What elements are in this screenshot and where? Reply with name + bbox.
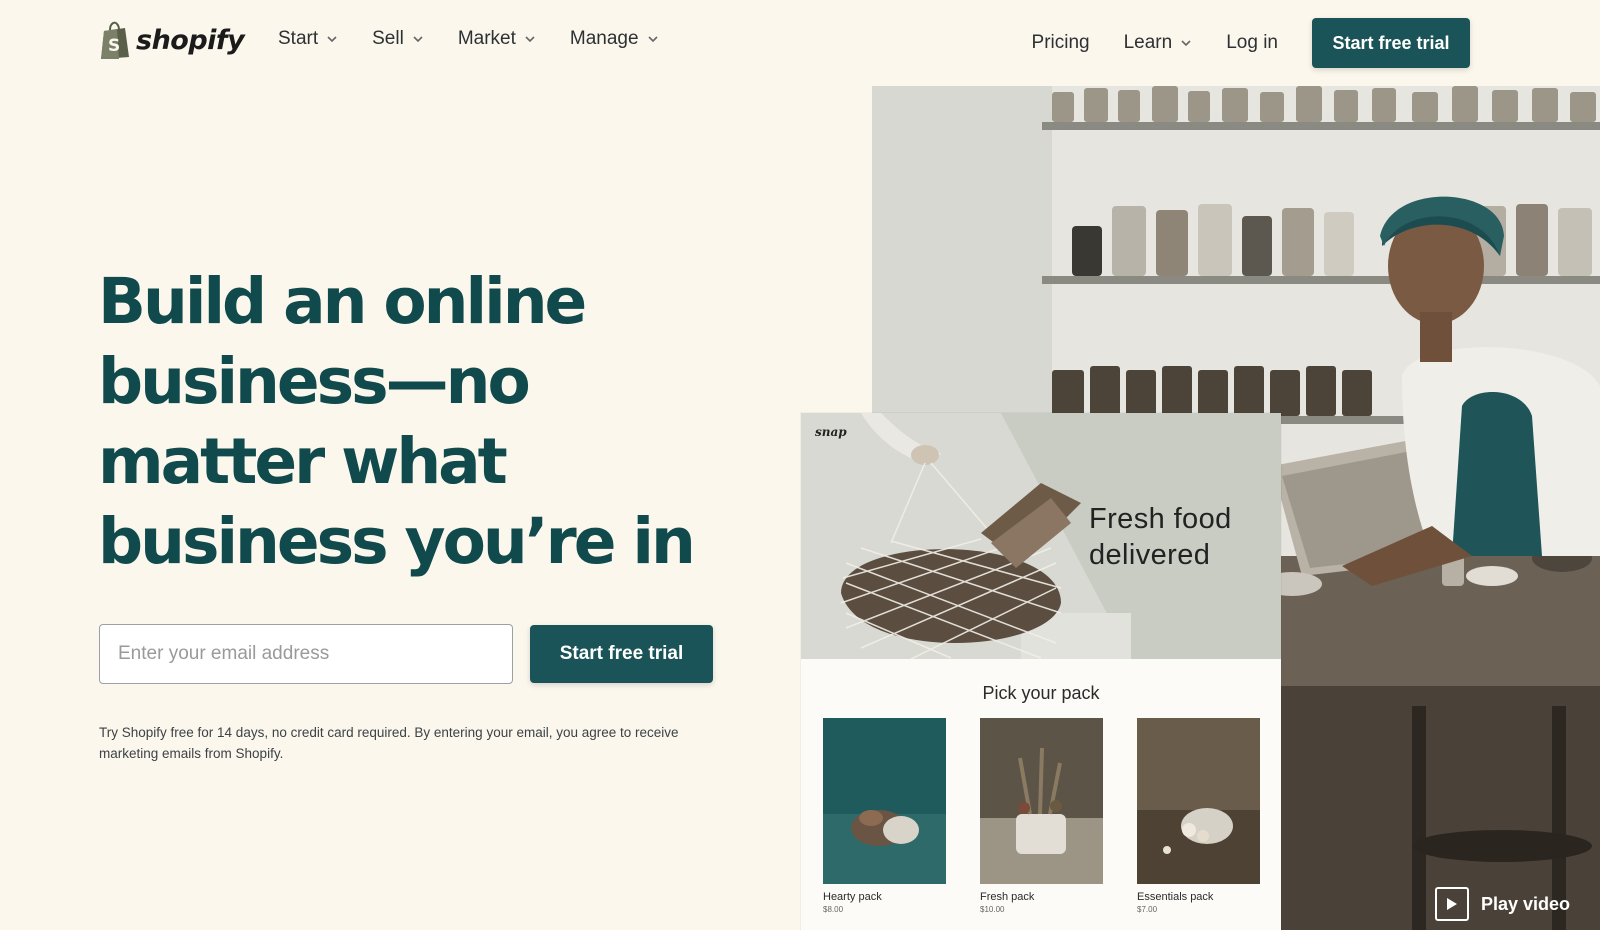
nav-manage-label: Manage [569, 28, 639, 49]
chevron-down-icon [327, 36, 337, 43]
chevron-down-icon [1181, 40, 1191, 47]
pack-card-essentials[interactable]: Essentials pack $7.00 [1137, 718, 1260, 914]
store-subheading: Pick your pack [982, 683, 1100, 703]
store-headline: Fresh food delivered [1089, 501, 1232, 573]
pack-image [823, 718, 946, 884]
play-icon [1434, 887, 1469, 921]
nav-start-free-trial-button[interactable]: Start free trial [1312, 18, 1470, 68]
hero-start-free-trial-button[interactable]: Start free trial [530, 625, 713, 683]
hero-title-line: matter what [98, 425, 508, 498]
nav-start[interactable]: Start [278, 28, 338, 50]
primary-menu: Start Sell Market Manage [278, 28, 693, 50]
pack-image [1137, 718, 1260, 884]
nav-learn-label: Learn [1123, 32, 1173, 53]
nav-start-label: Start [278, 28, 319, 49]
pack-name: Essentials pack [1137, 891, 1214, 903]
store-headline-line: Fresh food [1089, 503, 1232, 535]
trial-disclaimer: Try Shopify free for 14 days, no credit … [99, 722, 699, 764]
play-video-button[interactable]: Play video [1434, 887, 1570, 921]
nav-manage[interactable]: Manage [570, 28, 659, 50]
nav-pricing-link[interactable]: Pricing [1032, 32, 1090, 54]
chevron-down-icon [647, 36, 658, 43]
chevron-down-icon [413, 36, 423, 43]
pack-name: Fresh pack [980, 891, 1035, 903]
nav-sell[interactable]: Sell [372, 28, 424, 50]
hero-title: Build an online business—no matter what … [98, 262, 718, 582]
pack-price: $7.00 [1137, 905, 1158, 914]
top-navigation: S shopify Start Sell Market Manage Prici… [0, 0, 1600, 86]
pack-card-fresh[interactable]: Fresh pack $10.00 [980, 718, 1103, 914]
hero-title-line: business you’re in [98, 505, 696, 578]
email-input[interactable] [99, 624, 513, 684]
chevron-down-icon [525, 36, 535, 43]
shopify-logo[interactable]: S shopify [98, 20, 245, 60]
disclaimer-line: Try Shopify free for 14 days, no credit … [99, 724, 679, 740]
pack-card-hearty[interactable]: Hearty pack $8.00 [823, 718, 946, 914]
hero-title-line: business—no [98, 345, 531, 418]
pack-image [980, 718, 1103, 884]
store-banner: snap Fresh food delivered [801, 413, 1281, 659]
store-preview-card: snap Fresh food delivered Pick your pack… [801, 413, 1281, 930]
hero-title-line: Build an online [98, 265, 587, 338]
shopping-bag-icon: S [101, 21, 129, 59]
pack-price: $8.00 [823, 905, 844, 914]
secondary-menu: Pricing Learn Log in Start free trial [998, 18, 1470, 68]
store-headline-line: delivered [1089, 539, 1211, 571]
brand-name: shopify [136, 24, 245, 56]
pack-name: Hearty pack [823, 891, 882, 903]
nav-learn[interactable]: Learn [1124, 32, 1193, 54]
play-video-label: Play video [1480, 893, 1570, 914]
nav-market[interactable]: Market [458, 28, 536, 50]
svg-text:S: S [108, 36, 120, 56]
pack-price: $10.00 [980, 905, 1005, 914]
login-link[interactable]: Log in [1226, 32, 1278, 54]
nav-sell-label: Sell [372, 28, 404, 49]
disclaimer-line: marketing emails from Shopify. [99, 745, 284, 761]
store-brand: snap [815, 425, 847, 439]
nav-market-label: Market [457, 28, 516, 49]
